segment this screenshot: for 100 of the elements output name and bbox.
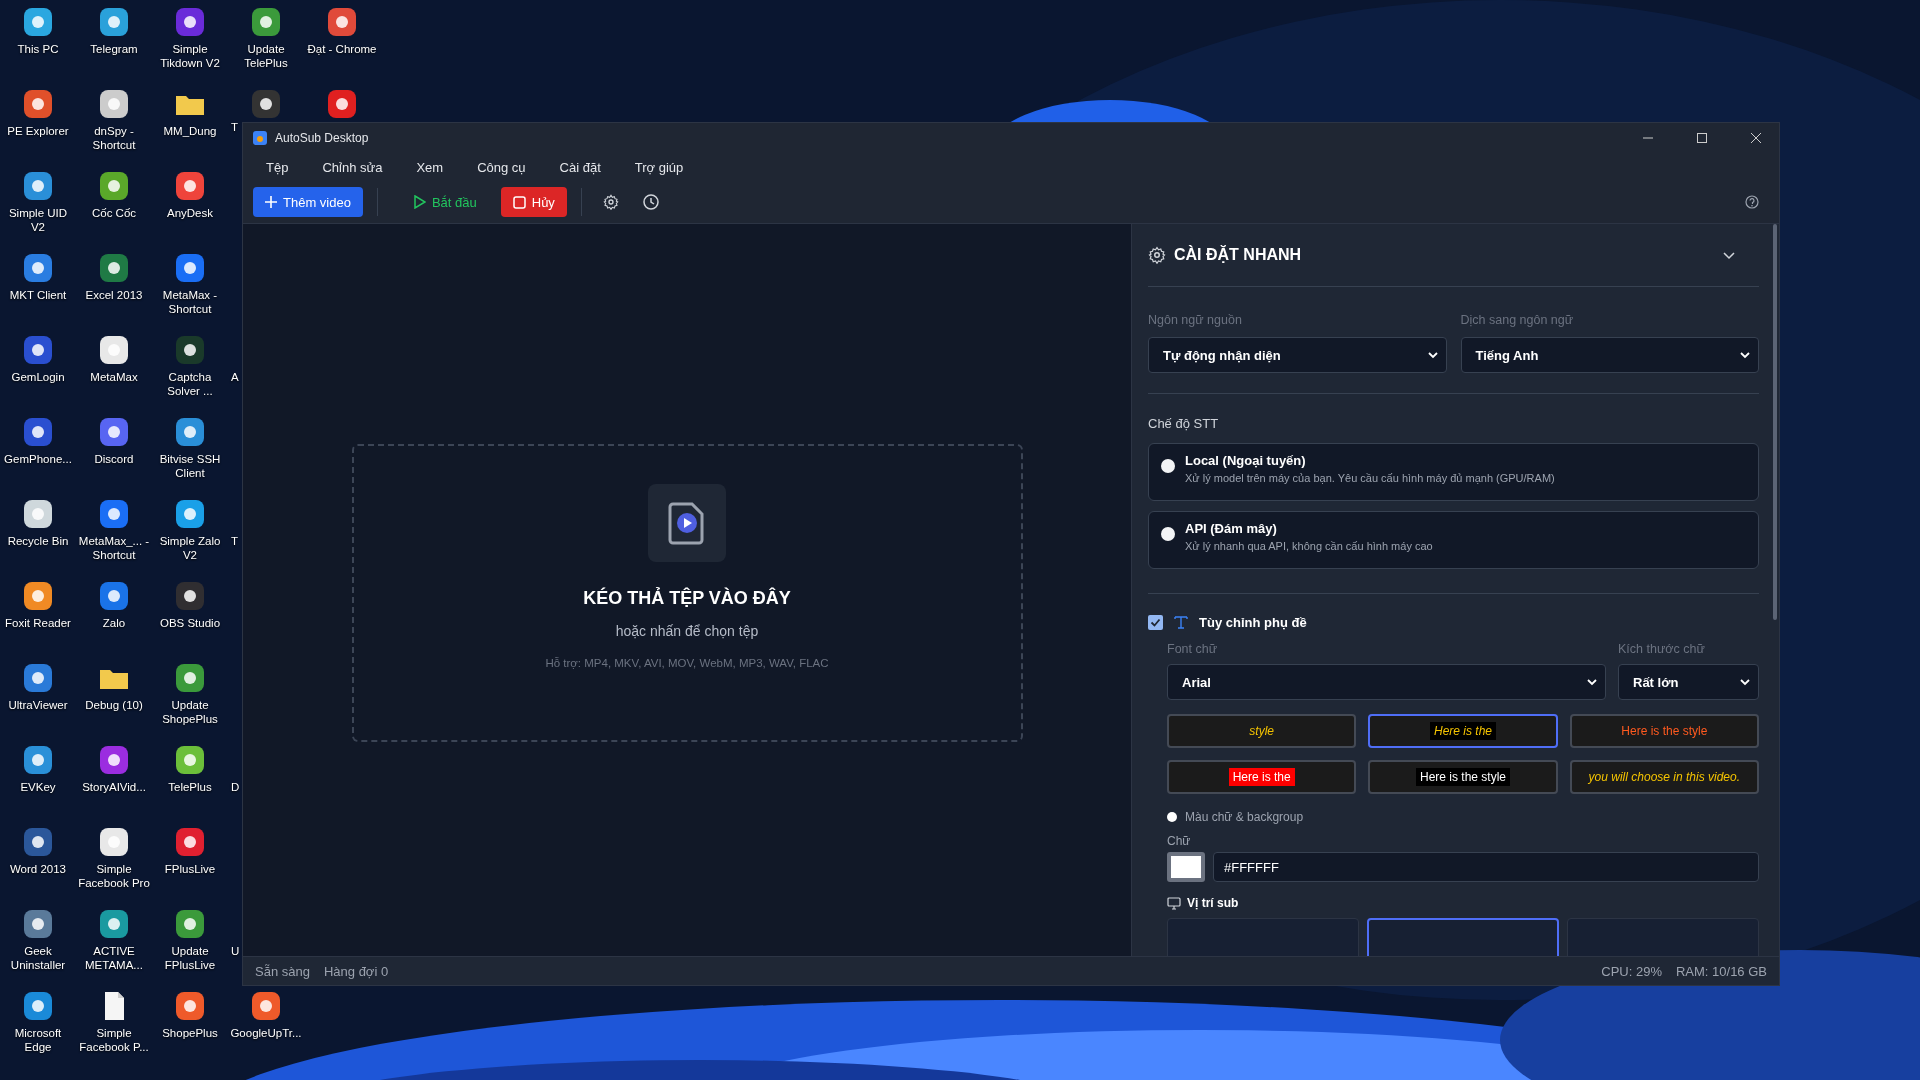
app-icon[interactable] [174, 826, 206, 858]
icon-label[interactable]: EVKey [1, 780, 75, 794]
color-input[interactable]: #FFFFFF [1213, 852, 1759, 882]
app-icon[interactable] [250, 88, 282, 120]
app-icon[interactable] [22, 170, 54, 202]
maximize-icon[interactable] [1697, 133, 1707, 143]
menu-item[interactable]: Xem [401, 155, 459, 179]
icon-label[interactable]: dnSpy - Shortcut [77, 124, 151, 152]
icon-label[interactable]: Foxit Reader [1, 616, 75, 630]
mode-option[interactable]: Local (Ngoại tuyến) Xử lý model trên máy của bạn. Yêu cầu cấu hình máy đủ mạnh (GPU/RAM) [1148, 443, 1759, 501]
style-preset[interactable]: Here is the style [1368, 760, 1558, 794]
icon-label[interactable]: MKT Client [1, 288, 75, 302]
app-icon[interactable] [174, 334, 206, 366]
app-icon[interactable] [22, 88, 54, 120]
icon-label[interactable]: T [231, 120, 239, 134]
icon-label[interactable]: GemLogin [1, 370, 75, 384]
app-icon[interactable] [22, 826, 54, 858]
menu-item[interactable]: Công cụ [462, 155, 541, 179]
app-icon[interactable] [22, 6, 54, 38]
icon-label[interactable]: StoryAIVid... [77, 780, 151, 794]
icon-label[interactable]: PE Explorer [1, 124, 75, 138]
menu-item[interactable]: Chỉnh sửa [307, 155, 398, 179]
source-language-select[interactable]: Tự động nhận diện [1148, 337, 1447, 373]
app-icon[interactable] [98, 744, 130, 776]
color-swatch[interactable] [1167, 852, 1205, 882]
style-preset[interactable]: style [1167, 714, 1357, 748]
icon-label[interactable]: Đạt - Chrome [305, 42, 379, 56]
style-preset[interactable]: Here is the style [1569, 714, 1759, 748]
app-icon[interactable] [22, 990, 54, 1022]
radio-button[interactable] [1161, 459, 1175, 473]
icon-label[interactable]: Update ShopePlus [153, 698, 227, 726]
app-icon[interactable] [98, 580, 130, 612]
menu-item[interactable]: Tệp [251, 155, 304, 179]
icon-label[interactable]: MM_Dung [153, 124, 227, 138]
app-icon[interactable] [174, 990, 206, 1022]
icon-label[interactable]: A [231, 370, 239, 384]
app-icon[interactable] [22, 498, 54, 530]
icon-label[interactable]: GoogleUpTr... [229, 1026, 303, 1040]
app-icon[interactable] [98, 334, 130, 366]
app-icon[interactable] [22, 908, 54, 940]
menu-item[interactable]: Cài đặt [544, 155, 616, 179]
menu-item[interactable]: Trợ giúp [619, 155, 699, 179]
app-icon[interactable] [98, 908, 130, 940]
app-icon[interactable] [326, 88, 358, 120]
app-icon[interactable] [98, 416, 130, 448]
app-icon[interactable] [98, 252, 130, 284]
app-icon[interactable] [326, 6, 358, 38]
icon-label[interactable]: U [231, 944, 240, 958]
clock-icon[interactable] [642, 194, 659, 210]
icon-label[interactable]: FPlusLive [153, 862, 227, 876]
target-language-select[interactable]: Tiếng Anh [1460, 337, 1759, 373]
icon-label[interactable]: UltraViewer [1, 698, 75, 712]
app-icon[interactable] [22, 416, 54, 448]
checkbox[interactable] [1148, 614, 1163, 630]
icon-label[interactable]: Excel 2013 [77, 288, 151, 302]
icon-label[interactable]: Bitvise SSH Client [153, 452, 227, 480]
app-icon[interactable] [174, 580, 206, 612]
app-icon[interactable] [22, 662, 54, 694]
app-icon[interactable] [174, 6, 206, 38]
app-icon[interactable] [98, 6, 130, 38]
drop-zone[interactable]: KÉO THẢ TỆP VÀO ĐÂY hoặc nhấn để chọn tệp Hỗ trợ: MP4, MKV, AVI, MOV, WebM, MP3, WAV, FLAC [351, 444, 1023, 742]
app-icon[interactable] [98, 826, 130, 858]
icon-label[interactable]: Word 2013 [1, 862, 75, 876]
icon-label[interactable]: This PC [1, 42, 75, 56]
app-icon[interactable] [250, 6, 282, 38]
icon-label[interactable]: Geek Uninstaller [1, 944, 75, 972]
app-icon[interactable] [22, 334, 54, 366]
app-icon[interactable] [174, 416, 206, 448]
icon-label[interactable]: ShopePlus [153, 1026, 227, 1040]
scrollbar[interactable] [1773, 224, 1777, 620]
icon-label[interactable]: OBS Studio [153, 616, 227, 630]
app-icon[interactable] [174, 252, 206, 284]
icon-label[interactable]: Simple Facebook Pro [77, 862, 151, 890]
style-preset[interactable]: you will choose in this video. [1569, 760, 1759, 794]
icon-label[interactable]: Simple UID V2 [1, 206, 75, 234]
icon-label[interactable]: Update FPlusLive [153, 944, 227, 972]
icon-label[interactable]: Microsoft Edge [1, 1026, 75, 1054]
icon-label[interactable]: TelePlus [153, 780, 227, 794]
help-icon[interactable] [1745, 195, 1759, 209]
icon-label[interactable]: Debug (10) [77, 698, 151, 712]
close-icon[interactable] [1751, 133, 1761, 143]
app-icon[interactable] [98, 498, 130, 530]
app-icon[interactable] [174, 662, 206, 694]
icon-label[interactable]: Cốc Cốc [77, 206, 151, 220]
icon-label[interactable]: Simple Zalo V2 [153, 534, 227, 562]
font-select[interactable]: Arial [1167, 664, 1606, 700]
icon-label[interactable]: D [231, 780, 240, 794]
icon-label[interactable]: MetaMax [77, 370, 151, 384]
app-icon[interactable] [174, 908, 206, 940]
add-video-button[interactable]: Thêm video [253, 187, 363, 217]
icon-label[interactable]: Captcha Solver ... [153, 370, 227, 398]
start-button[interactable]: Bắt đầu [391, 187, 491, 217]
icon-label[interactable]: GemPhone... [1, 452, 75, 466]
cancel-button[interactable]: Hủy [500, 187, 567, 217]
radio-button[interactable] [1167, 812, 1177, 822]
icon-label[interactable]: ACTIVE METAMA... [77, 944, 151, 972]
app-icon[interactable] [98, 170, 130, 202]
icon-label[interactable]: MetaMax - Shortcut [153, 288, 227, 316]
icon-label[interactable]: Update TelePlus [229, 42, 303, 70]
icon-label[interactable]: AnyDesk [153, 206, 227, 220]
